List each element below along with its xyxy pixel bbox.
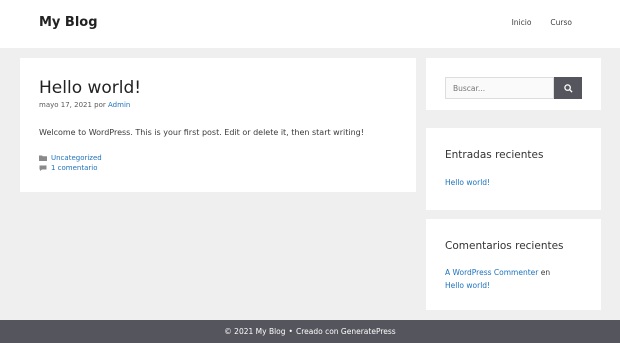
post-category-row: Uncategorized xyxy=(39,154,102,162)
recent-post-link[interactable]: Hello world! xyxy=(445,178,490,187)
recent-comment-entry: A WordPress Commenter en Hello world! xyxy=(445,266,550,292)
post-meta: mayo 17, 2021 por Admin xyxy=(39,101,130,109)
post-author[interactable]: Admin xyxy=(108,101,130,109)
post-category-link[interactable]: Uncategorized xyxy=(51,154,102,162)
post-by-label: por xyxy=(94,101,106,109)
post-comments-row: 1 comentario xyxy=(39,164,98,172)
comment-author-link[interactable]: A WordPress Commenter xyxy=(445,268,538,277)
footer-separator: • xyxy=(288,327,293,336)
search-input[interactable] xyxy=(445,77,554,99)
site-footer: © 2021 My Blog • Creado con GeneratePres… xyxy=(0,320,620,343)
search-widget xyxy=(426,58,601,110)
post-content: Welcome to WordPress. This is your first… xyxy=(39,128,364,137)
post-title[interactable]: Hello world! xyxy=(39,78,141,98)
main-nav: Inicio Curso xyxy=(512,18,572,27)
comment-icon xyxy=(39,165,47,171)
site-header: My Blog Inicio Curso xyxy=(0,0,620,48)
recent-posts-widget: Entradas recientes Hello world! xyxy=(426,128,601,210)
comment-connector: en xyxy=(540,268,551,277)
nav-item-curso[interactable]: Curso xyxy=(550,18,572,27)
post-date[interactable]: mayo 17, 2021 xyxy=(39,101,92,109)
post-comments-link[interactable]: 1 comentario xyxy=(51,164,98,172)
footer-copyright: © 2021 My Blog xyxy=(224,327,286,336)
recent-comments-title: Comentarios recientes xyxy=(445,240,564,252)
nav-item-inicio[interactable]: Inicio xyxy=(512,18,532,27)
folder-icon xyxy=(39,155,47,161)
footer-credit-link[interactable]: Creado con GeneratePress xyxy=(296,327,396,336)
recent-comments-widget: Comentarios recientes A WordPress Commen… xyxy=(426,219,601,310)
site-title[interactable]: My Blog xyxy=(39,15,98,30)
comment-post-link[interactable]: Hello world! xyxy=(445,281,490,290)
search-icon xyxy=(563,81,573,96)
search-button[interactable] xyxy=(554,77,582,99)
post-card: Hello world! mayo 17, 2021 por Admin Wel… xyxy=(20,58,416,192)
recent-posts-title: Entradas recientes xyxy=(445,149,544,161)
